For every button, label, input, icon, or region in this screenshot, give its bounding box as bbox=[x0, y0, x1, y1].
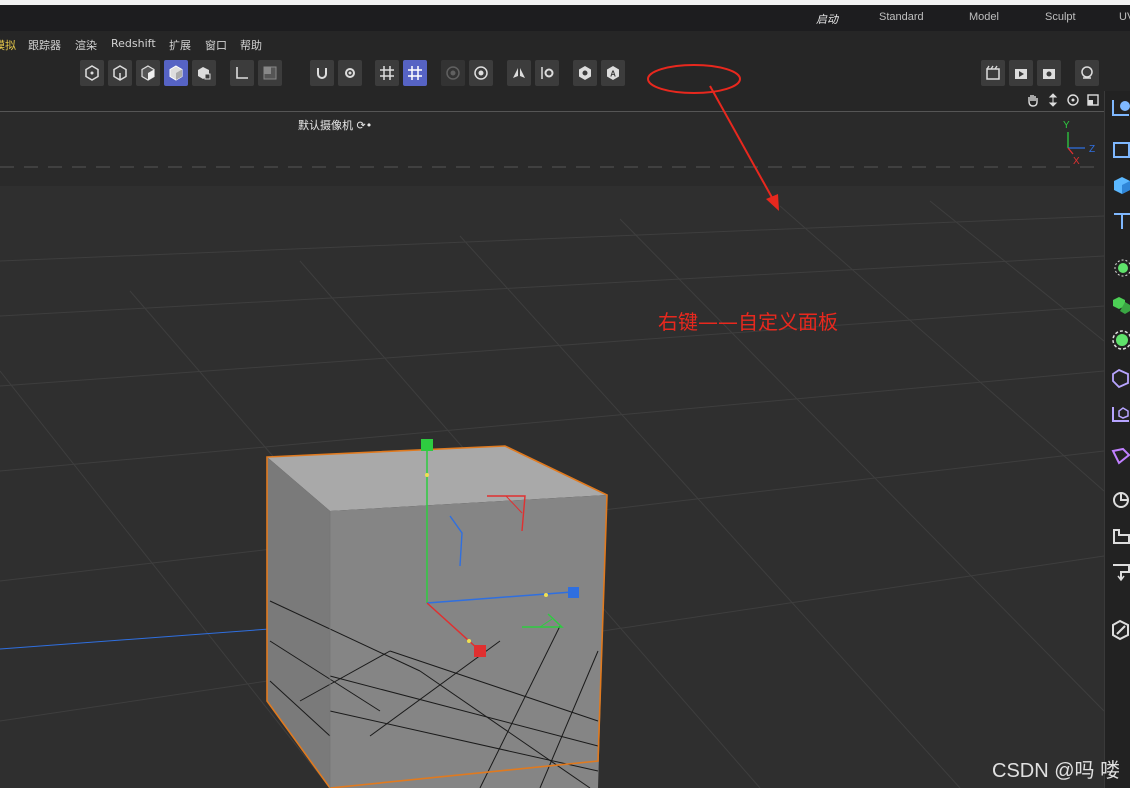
cloner-icon[interactable] bbox=[1109, 289, 1130, 319]
subdivision-surface-icon[interactable] bbox=[1109, 253, 1130, 283]
layout-tab-uv[interactable]: UV bbox=[1119, 11, 1130, 23]
symmetry-settings-icon[interactable] bbox=[535, 60, 559, 86]
text-spline-icon[interactable] bbox=[1109, 206, 1130, 236]
magnet-snap-icon[interactable] bbox=[310, 60, 334, 86]
menu-help[interactable]: 帮助 bbox=[240, 37, 262, 53]
menu-bar: 模拟 跟踪器 渲染 Redshift 扩展 窗口 帮助 bbox=[0, 31, 1130, 55]
camera-object-icon[interactable] bbox=[1109, 485, 1130, 515]
render-region-icon[interactable] bbox=[441, 60, 465, 86]
world-z-axis-line bbox=[0, 625, 311, 650]
layout-bar: 启动 Standard Model Sculpt UV bbox=[0, 5, 1130, 35]
menu-window[interactable]: 窗口 bbox=[205, 37, 227, 53]
solo-mode-icon[interactable] bbox=[258, 60, 282, 86]
menu-tracker[interactable]: 跟踪器 bbox=[28, 37, 61, 53]
svg-text:A: A bbox=[610, 70, 616, 79]
menu-render[interactable]: 渲染 bbox=[75, 37, 97, 53]
right-tool-palette bbox=[1104, 91, 1130, 788]
axis-mode-icon[interactable] bbox=[230, 60, 254, 86]
render-view-icon[interactable] bbox=[1009, 60, 1033, 86]
tag-tool-icon[interactable] bbox=[1109, 615, 1130, 645]
model-mode-icon[interactable] bbox=[164, 60, 188, 86]
layout-tab-model[interactable]: Model bbox=[969, 11, 999, 23]
visibility-icon[interactable] bbox=[573, 60, 597, 86]
snap-settings-icon[interactable] bbox=[338, 60, 362, 86]
cube-primitive-icon[interactable] bbox=[1109, 171, 1130, 201]
layout-tab-standard[interactable]: Standard bbox=[879, 11, 924, 23]
annotation-label: 右键——自定义面板 bbox=[658, 310, 838, 334]
effector-icon[interactable] bbox=[1109, 325, 1130, 355]
cube-object bbox=[266, 445, 608, 788]
pan-hand-icon[interactable] bbox=[1026, 93, 1040, 107]
render-to-picture-viewer-icon[interactable] bbox=[1037, 60, 1061, 86]
menu-extensions[interactable]: 扩展 bbox=[169, 37, 191, 53]
rectangle-spline-icon[interactable] bbox=[1109, 135, 1130, 165]
watermark: CSDN @吗 喽 bbox=[992, 760, 1121, 782]
points-mode-icon[interactable] bbox=[80, 60, 104, 86]
uv-mode-icon[interactable] bbox=[192, 60, 216, 86]
polygons-mode-icon[interactable] bbox=[136, 60, 160, 86]
interactive-render-icon[interactable] bbox=[469, 60, 493, 86]
workplane-snap-icon[interactable] bbox=[403, 60, 427, 86]
orbit-icon[interactable] bbox=[1066, 93, 1080, 107]
light-object-icon[interactable] bbox=[1109, 521, 1130, 551]
layout-tab-sculpt[interactable]: Sculpt bbox=[1045, 11, 1076, 23]
viewport-nav-bar bbox=[0, 91, 1104, 111]
edges-mode-icon[interactable] bbox=[108, 60, 132, 86]
menu-simulate[interactable]: 模拟 bbox=[0, 37, 16, 53]
redshift-icon[interactable] bbox=[1075, 60, 1099, 86]
render-settings-icon[interactable] bbox=[981, 60, 1005, 86]
auto-key-icon[interactable]: A bbox=[601, 60, 625, 86]
layout-tab-startup[interactable]: 启动 bbox=[816, 11, 838, 27]
maximize-view-icon[interactable] bbox=[1086, 93, 1100, 107]
scene-canvas bbox=[0, 200, 1104, 788]
main-toolbar: A bbox=[0, 55, 1130, 91]
field-icon[interactable] bbox=[1109, 441, 1130, 471]
menu-redshift[interactable]: Redshift bbox=[111, 37, 156, 50]
3d-viewport[interactable]: 默认摄像机 ⟳• Y Z X bbox=[0, 111, 1104, 788]
dolly-arrows-icon[interactable] bbox=[1046, 93, 1060, 107]
floor-object-icon[interactable] bbox=[1109, 557, 1130, 587]
grid-snap-icon[interactable] bbox=[375, 60, 399, 86]
symmetry-icon[interactable] bbox=[507, 60, 531, 86]
deformer-icon[interactable] bbox=[1109, 363, 1130, 393]
create-null-icon[interactable] bbox=[1109, 93, 1130, 123]
bend-deformer-icon[interactable] bbox=[1109, 399, 1130, 429]
